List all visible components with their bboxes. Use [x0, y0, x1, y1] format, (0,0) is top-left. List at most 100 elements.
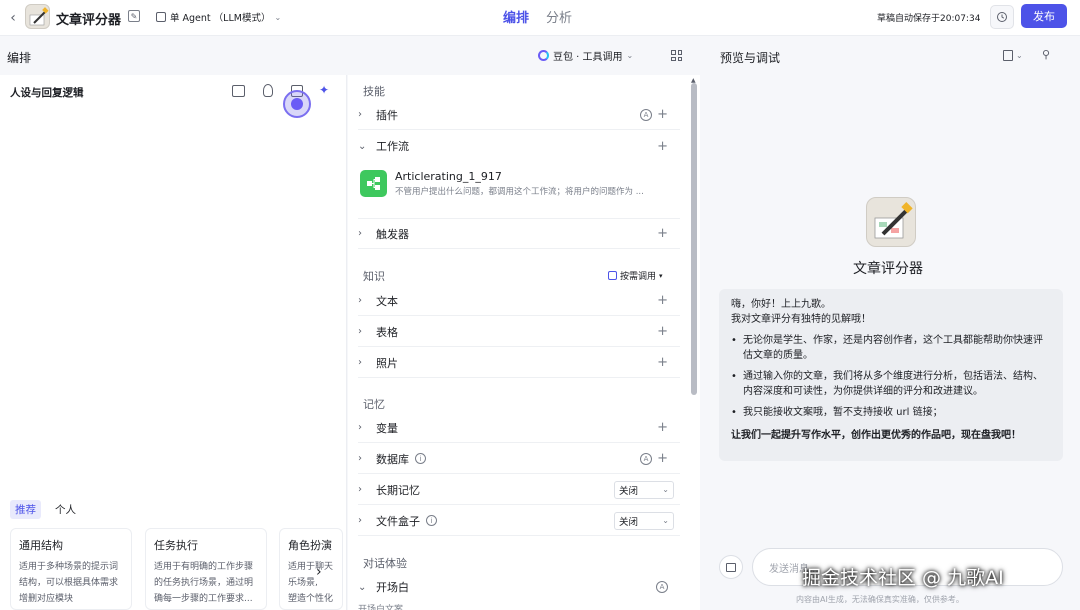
- publish-button[interactable]: 发布: [1021, 4, 1067, 28]
- add-trigger-icon[interactable]: +: [657, 226, 668, 241]
- plugin-row[interactable]: › 插件 A +: [358, 100, 680, 130]
- template-card-task[interactable]: 任务执行 适用于有明确的工作步骤 的任务执行场景，通过明 确每一步骤的工作要求.…: [145, 528, 267, 610]
- card-desc-line: 塑造个性化: [288, 594, 334, 604]
- long-memory-label: 长期记忆: [376, 483, 420, 497]
- chevron-down-icon: ⌄: [1016, 51, 1023, 60]
- auto-icon[interactable]: A: [640, 108, 652, 121]
- memory-section-label: 记忆: [363, 398, 385, 411]
- chevron-right-icon: ›: [358, 515, 362, 526]
- orchestrate-title: 编排: [7, 51, 32, 65]
- cursor-dot: [291, 98, 303, 110]
- add-photo-icon[interactable]: +: [657, 355, 668, 370]
- bot-avatar: [866, 197, 916, 247]
- chevron-right-icon: ›: [358, 109, 362, 120]
- knowledge-table-row[interactable]: › 表格 +: [358, 317, 680, 347]
- greeting-bubble: 嗨，你好！上上九歌。 我对文章评分有独特的见解哦！ 无论你是学生、作家，还是内容…: [719, 289, 1063, 461]
- greeting-bullet: 无论你是学生、作家，还是内容创作者，这个工具都能帮助你快速评估文章的质量。: [731, 333, 1051, 363]
- tab-orchestrate[interactable]: 编排: [503, 7, 529, 26]
- add-text-icon[interactable]: +: [657, 293, 668, 308]
- history-icon[interactable]: [990, 5, 1014, 29]
- clear-chat-icon[interactable]: [719, 555, 743, 579]
- opening-row[interactable]: ⌄ 开场白 A: [358, 572, 680, 602]
- watermark: 掘金技术社区 @ 九歌AI: [802, 567, 1004, 589]
- knowledge-item-label: 照片: [376, 356, 398, 370]
- knowledge-item-label: 表格: [376, 325, 398, 339]
- chevron-left-icon[interactable]: ‹: [6, 10, 20, 26]
- workflow-item[interactable]: Articlerating_1_917 不管用户提出什么问题，都调用这个工作流；…: [360, 163, 678, 203]
- agent-mode-icon: [156, 12, 166, 22]
- card-desc-line: 适用于聊天: [288, 562, 334, 572]
- long-memory-select[interactable]: 关闭 ⌄: [614, 480, 674, 499]
- app-avatar: [25, 4, 50, 29]
- auto-icon[interactable]: A: [656, 581, 668, 593]
- template-card-roleplay[interactable]: 角色扮演 适用于聊天 乐场景, 塑造个性化: [279, 528, 343, 610]
- knowledge-item-label: 文本: [376, 294, 398, 308]
- greeting-bullet: 通过输入你的文章，我们将从多个维度进行分析，包括语法、结构、内容深度和可读性，为…: [731, 369, 1051, 399]
- tab-analysis[interactable]: 分析: [546, 7, 572, 26]
- grid-layout-icon[interactable]: [671, 50, 682, 61]
- bulb-icon[interactable]: [263, 84, 273, 97]
- card-desc-line: 适用于多种场景的提示词: [19, 562, 119, 572]
- chevron-right-icon: ›: [358, 422, 362, 433]
- prompt-library-icon[interactable]: [232, 85, 245, 97]
- workflow-row[interactable]: ⌄ 工作流 +: [358, 131, 680, 161]
- greeting-bullets: 无论你是学生、作家，还是内容创作者，这个工具都能帮助你快速评估文章的质量。 通过…: [731, 333, 1051, 420]
- chevron-right-icon: ›: [358, 357, 362, 368]
- greeting-bullet: 我只能接收文案哦，暂不支持接收 url 链接；: [731, 405, 1051, 420]
- trigger-row[interactable]: › 触发器 +: [358, 219, 680, 249]
- skills-panel: 技能 › 插件 A + ⌄ 工作流 + Articlerating_1_917 …: [348, 75, 700, 610]
- call-mode-icon: [608, 271, 617, 280]
- tab-recommend[interactable]: 推荐: [10, 500, 41, 519]
- scrollbar[interactable]: [691, 83, 697, 395]
- trigger-label: 触发器: [376, 227, 409, 241]
- chevron-right-icon: ›: [358, 484, 362, 495]
- model-label: 豆包 · 工具调用: [553, 52, 623, 63]
- call-mode-selector[interactable]: 按需调用 ▾: [608, 269, 663, 282]
- card-desc-line: 确每一步骤的工作要求...: [154, 594, 253, 604]
- debug-tool-icon[interactable]: ⚲: [1042, 48, 1050, 61]
- greeting-line: 嗨，你好！上上九歌。: [731, 299, 831, 310]
- auto-icon[interactable]: A: [640, 452, 652, 465]
- filebox-select[interactable]: 关闭 ⌄: [614, 511, 674, 530]
- long-memory-value: 关闭: [619, 485, 639, 497]
- filebox-row[interactable]: › 文件盒子 i 关闭 ⌄: [358, 506, 680, 536]
- add-plugin-icon[interactable]: +: [657, 107, 668, 122]
- chevron-down-icon: ⌄: [358, 140, 367, 152]
- add-workflow-icon[interactable]: +: [657, 139, 668, 154]
- persona-title: 人设与回复逻辑: [10, 87, 84, 99]
- model-selector[interactable]: 豆包 · 工具调用 ⌄: [538, 48, 633, 63]
- card-title: 角色扮演: [288, 539, 332, 552]
- agent-mode-label: 单 Agent （LLM模式）: [170, 13, 271, 24]
- workflow-item-desc: 不管用户提出什么问题，都调用这个工作流；将用户的问题作为 ...: [395, 186, 644, 197]
- cards-next-arrow[interactable]: ›: [316, 564, 322, 580]
- long-memory-row[interactable]: › 长期记忆 关闭 ⌄: [358, 475, 680, 505]
- ai-optimize-icon[interactable]: ✦: [319, 83, 329, 97]
- knowledge-photo-row[interactable]: › 照片 +: [358, 348, 680, 378]
- tab-personal[interactable]: 个人: [55, 502, 76, 517]
- chevron-right-icon: ›: [358, 295, 362, 306]
- preview-options-icon[interactable]: ⌄: [1003, 50, 1023, 61]
- template-card-general[interactable]: 通用结构 适用于多种场景的提示词 结构，可以根据具体需求 增删对应模块: [10, 528, 132, 610]
- card-desc-line: 结构，可以根据具体需求: [19, 578, 119, 588]
- opening-sub-label: 开场白文案: [358, 605, 404, 610]
- card-desc-line: 乐场景,: [288, 578, 318, 588]
- chevron-right-icon: ›: [358, 453, 362, 464]
- card-title: 通用结构: [19, 539, 63, 552]
- card-desc-line: 增删对应模块: [19, 594, 74, 604]
- knowledge-text-row[interactable]: › 文本 +: [358, 286, 680, 316]
- add-variable-icon[interactable]: +: [657, 420, 668, 435]
- add-database-icon[interactable]: +: [657, 451, 668, 466]
- workflow-item-name: Articlerating_1_917: [395, 169, 502, 183]
- database-row[interactable]: › 数据库 i A +: [358, 444, 680, 474]
- doubao-icon: [538, 50, 549, 61]
- card-desc-line: 适用于有明确的工作步骤: [154, 562, 254, 572]
- card-desc-line: 的任务执行场景，通过明: [154, 578, 254, 588]
- edit-icon[interactable]: ✎: [128, 10, 140, 22]
- section-header-bar: 编排 豆包 · 工具调用 ⌄ 预览与调试 ⌄ ⚲: [0, 37, 1080, 75]
- variable-row[interactable]: › 变量 +: [358, 413, 680, 443]
- add-table-icon[interactable]: +: [657, 324, 668, 339]
- agent-mode-selector[interactable]: 单 Agent （LLM模式） ⌄: [156, 10, 281, 24]
- scroll-up-arrow[interactable]: ▲: [691, 77, 696, 84]
- chevron-down-icon: ⌄: [662, 516, 669, 525]
- caret-down-icon: ▾: [659, 271, 663, 280]
